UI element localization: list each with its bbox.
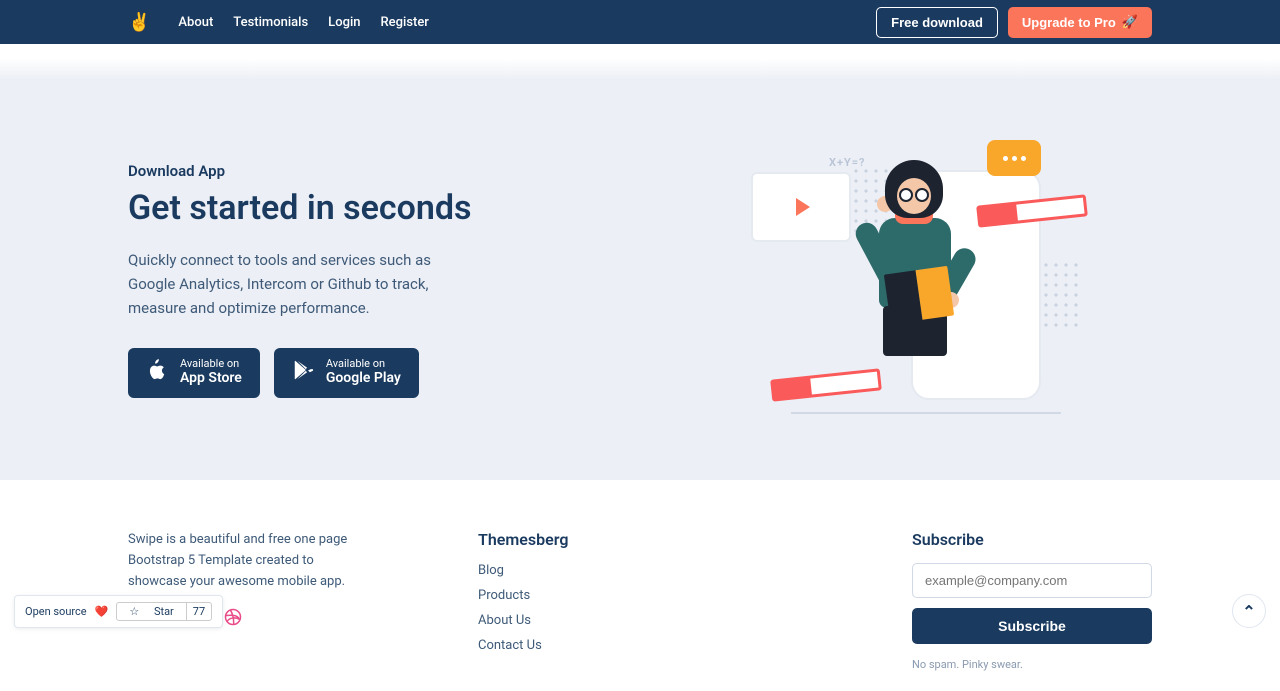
appstore-big: App Store [180, 369, 242, 387]
scroll-top-button[interactable]: ⌃ [1232, 594, 1266, 628]
chat-bubble-icon [987, 140, 1041, 176]
person-illustration [861, 160, 971, 400]
download-title: Get started in seconds [128, 188, 610, 228]
footer-link-about[interactable]: About Us [478, 613, 568, 628]
footer-col-title: Themesberg [478, 530, 568, 549]
footer-links-col: Themesberg Blog Products About Us Contac… [478, 530, 568, 671]
star-label: Star [148, 603, 180, 620]
open-source-badge: Open source ❤️ ☆ Star 77 [14, 595, 223, 628]
illustration: X+Y=? [751, 140, 1071, 420]
email-field[interactable] [912, 563, 1152, 598]
star-count: 77 [186, 603, 211, 620]
heart-icon: ❤️ [95, 605, 109, 618]
download-section: Download App Get started in seconds Quic… [0, 80, 1280, 480]
appstore-small: Available on [180, 358, 242, 369]
googleplay-button[interactable]: Available on Google Play [274, 348, 419, 397]
logo-icon[interactable]: ✌️ [128, 12, 150, 33]
badge-label: Open source [25, 605, 87, 618]
footer: Swipe is a beautiful and free one page B… [0, 480, 1280, 691]
footer-link-contact[interactable]: Contact Us [478, 638, 568, 653]
nav-links: About Testimonials Login Register [178, 15, 429, 30]
googleplay-icon [292, 359, 314, 387]
subscribe-title: Subscribe [912, 530, 1152, 549]
star-icon: ☆ [123, 603, 145, 620]
free-download-button[interactable]: Free download [876, 7, 998, 38]
eyebrow: Download App [128, 162, 610, 180]
appstore-button[interactable]: Available on App Store [128, 348, 260, 397]
nav-testimonials[interactable]: Testimonials [233, 15, 308, 30]
download-desc: Quickly connect to tools and services su… [128, 248, 468, 320]
dribbble-icon[interactable] [224, 608, 242, 630]
chevron-up-icon: ⌃ [1242, 602, 1255, 621]
github-star-button[interactable]: ☆ Star 77 [116, 602, 212, 621]
rocket-icon: 🚀 [1122, 14, 1138, 30]
spam-note: No spam. Pinky swear. [912, 658, 1152, 671]
formula-text: X+Y=? [829, 156, 865, 169]
nav-login[interactable]: Login [328, 15, 360, 30]
apple-icon [146, 359, 168, 387]
nav-about[interactable]: About [178, 15, 213, 30]
googleplay-small: Available on [326, 358, 401, 369]
footer-link-blog[interactable]: Blog [478, 563, 568, 578]
wave-divider [0, 44, 1280, 80]
footer-link-products[interactable]: Products [478, 588, 568, 603]
upgrade-label: Upgrade to Pro [1022, 15, 1116, 30]
subscribe-button[interactable]: Subscribe [912, 608, 1152, 644]
video-card [751, 172, 851, 242]
googleplay-big: Google Play [326, 369, 401, 387]
footer-about: Swipe is a beautiful and free one page B… [128, 530, 358, 592]
navbar: ✌️ About Testimonials Login Register Fre… [0, 0, 1280, 44]
upgrade-button[interactable]: Upgrade to Pro 🚀 [1008, 7, 1152, 38]
nav-register[interactable]: Register [381, 15, 429, 30]
footer-subscribe-col: Subscribe Subscribe No spam. Pinky swear… [912, 530, 1152, 671]
play-icon [796, 198, 810, 216]
